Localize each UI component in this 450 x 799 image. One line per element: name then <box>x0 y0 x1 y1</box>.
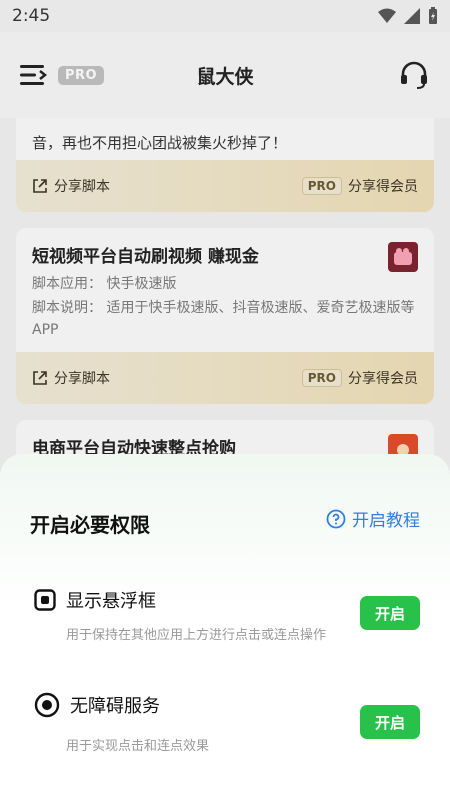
share-icon <box>33 371 47 385</box>
pro-tag: PRO <box>301 369 342 387</box>
floating-window-icon <box>34 589 56 611</box>
permission-desc: 用于实现点击和连点效果 <box>66 739 210 754</box>
card-app-line: 脚本应用： 快手极速版 <box>32 273 418 295</box>
share-member-label: 分享得会员 <box>348 179 418 195</box>
desc-label: 脚本说明： <box>32 300 102 316</box>
share-member-label: 分享得会员 <box>348 371 418 387</box>
share-script-label: 分享脚本 <box>54 371 110 387</box>
floating-window-permission: 显示悬浮框 <box>34 587 156 613</box>
permission-title: 无障碍服务 <box>70 696 160 717</box>
script-card: 音，再也不用担心团战被集火秒掉了！ 分享脚本 PRO 分享得会员 <box>16 106 434 212</box>
wifi-icon <box>378 8 396 23</box>
script-card[interactable]: 短视频平台自动刷视频 赚现金 脚本应用： 快手极速版 脚本说明： 适用于快手极速… <box>16 228 434 404</box>
permission-sheet: 开启必要权限 开启教程 显示悬浮框 用于保持在其他应用上方进行点击或连点操作 开… <box>0 454 450 799</box>
battery-icon <box>429 7 437 24</box>
card-text: 音，再也不用担心团战被集火秒掉了！ <box>32 134 288 152</box>
permission-title: 显示悬浮框 <box>66 591 156 612</box>
share-icon <box>33 179 47 193</box>
share-script-button[interactable]: 分享脚本 <box>32 176 110 196</box>
share-member-button[interactable]: PRO 分享得会员 <box>301 176 418 196</box>
status-time: 2:45 <box>12 6 51 26</box>
card-footer: 分享脚本 PRO 分享得会员 <box>16 352 434 404</box>
sheet-title: 开启必要权限 <box>30 513 150 537</box>
app-value: 快手极速版 <box>106 276 177 292</box>
card-title: 短视频平台自动刷视频 赚现金 <box>32 247 259 267</box>
share-member-button[interactable]: PRO 分享得会员 <box>301 368 418 388</box>
tutorial-link[interactable]: 开启教程 <box>326 506 420 531</box>
menu-icon[interactable] <box>20 63 48 87</box>
card-desc-line: 脚本说明： 适用于快手极速版、抖音极速版、爱奇艺极速版等APP <box>32 297 418 341</box>
enable-accessibility-button[interactable]: 开启 <box>360 705 420 739</box>
status-icons <box>378 7 438 25</box>
app-header: PRO 鼠大侠 <box>0 32 450 118</box>
pro-tag: PRO <box>301 177 342 195</box>
pro-badge[interactable]: PRO <box>58 65 105 85</box>
accessibility-icon <box>34 692 60 718</box>
app-label: 脚本应用： <box>32 276 102 292</box>
kuaishou-app-icon <box>388 242 418 272</box>
signal-icon <box>404 8 420 24</box>
tutorial-label: 开启教程 <box>352 511 420 531</box>
share-script-button[interactable]: 分享脚本 <box>32 368 110 388</box>
status-bar: 2:45 <box>0 0 450 32</box>
accessibility-permission: 无障碍服务 <box>34 692 160 718</box>
card-footer: 分享脚本 PRO 分享得会员 <box>16 160 434 212</box>
enable-floating-window-button[interactable]: 开启 <box>360 596 420 630</box>
permission-desc: 用于保持在其他应用上方进行点击或连点操作 <box>66 628 327 643</box>
help-icon <box>326 509 346 528</box>
share-script-label: 分享脚本 <box>54 179 110 195</box>
headset-icon[interactable] <box>398 59 430 91</box>
